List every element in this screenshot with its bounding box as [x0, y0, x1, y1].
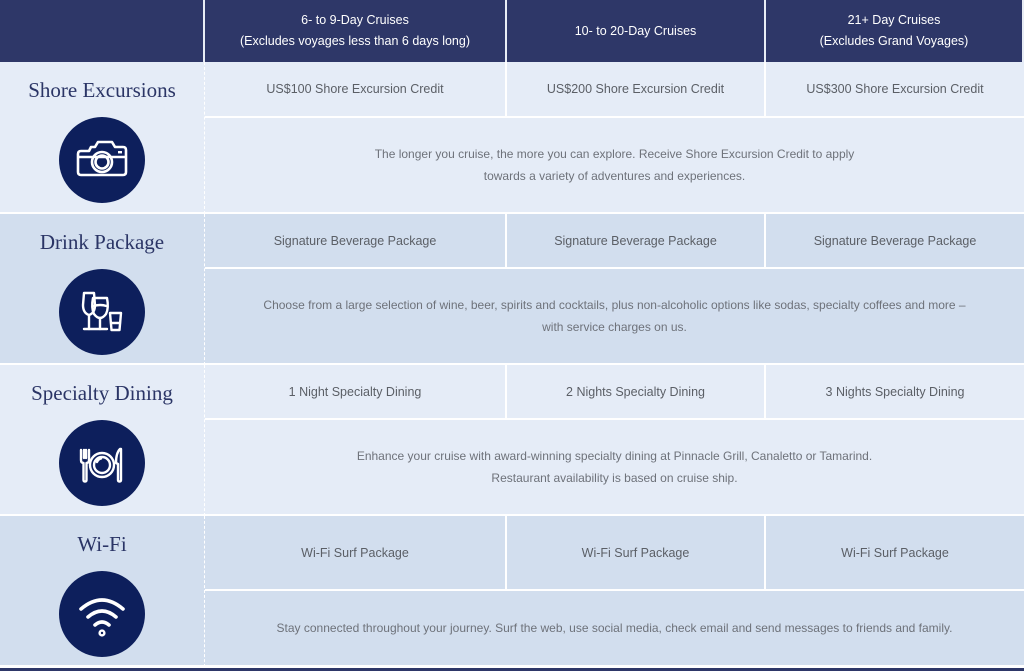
dining-plate-icon: [59, 420, 145, 506]
specialty-dining-21-plus-day: 3 Nights Specialty Dining: [766, 365, 1024, 420]
row-title: Wi-Fi: [77, 532, 127, 556]
row-label-drink-package: Drink Package: [0, 214, 205, 365]
wifi-description: Stay connected throughout your journey. …: [205, 591, 1024, 667]
drink-package-description: Choose from a large selection of wine, b…: [205, 269, 1024, 365]
row-title: Specialty Dining: [31, 381, 173, 405]
shore-excursions-10-20-day: US$200 Shore Excursion Credit: [507, 62, 766, 118]
description-line: Choose from a large selection of wine, b…: [263, 298, 966, 312]
shore-excursions-6-9-day: US$100 Shore Excursion Credit: [205, 62, 507, 118]
header-note: (Excludes Grand Voyages): [819, 34, 969, 48]
drink-package-6-9-day: Signature Beverage Package: [205, 214, 507, 269]
row-label-specialty-dining: Specialty Dining: [0, 365, 205, 516]
cruise-amenities-table: 6- to 9-Day Cruises (Excludes voyages le…: [0, 0, 1024, 671]
drinks-icon: [59, 269, 145, 355]
drink-package-10-20-day: Signature Beverage Package: [507, 214, 766, 269]
wifi-6-9-day: Wi-Fi Surf Package: [205, 516, 507, 591]
description-line: Restaurant availability is based on crui…: [491, 471, 738, 485]
description-line: Stay connected throughout your journey. …: [276, 621, 953, 635]
wifi-icon: [59, 571, 145, 657]
shore-excursions-description: The longer you cruise, the more you can …: [205, 118, 1024, 214]
wifi-10-20-day: Wi-Fi Surf Package: [507, 516, 766, 591]
description-line: with service charges on us.: [542, 320, 687, 334]
header-column-10-20-day: 10- to 20-Day Cruises: [507, 0, 766, 62]
header-title: 21+ Day Cruises: [847, 13, 941, 27]
specialty-dining-description: Enhance your cruise with award-winning s…: [205, 420, 1024, 516]
header-note: (Excludes voyages less than 6 days long): [240, 34, 470, 48]
description-line: The longer you cruise, the more you can …: [374, 147, 855, 161]
row-title: Shore Excursions: [28, 78, 176, 102]
wifi-21-plus-day: Wi-Fi Surf Package: [766, 516, 1024, 591]
specialty-dining-10-20-day: 2 Nights Specialty Dining: [507, 365, 766, 420]
header-column-6-9-day: 6- to 9-Day Cruises (Excludes voyages le…: [205, 0, 507, 62]
header-corner-cell: [0, 0, 205, 62]
header-title: 10- to 20-Day Cruises: [574, 23, 697, 38]
description-line: towards a variety of adventures and expe…: [483, 169, 746, 183]
row-title: Drink Package: [39, 230, 165, 254]
drink-package-21-plus-day: Signature Beverage Package: [766, 214, 1024, 269]
row-label-wifi: Wi-Fi: [0, 516, 205, 667]
header-column-21-plus-day: 21+ Day Cruises (Excludes Grand Voyages): [766, 0, 1024, 62]
description-line: Enhance your cruise with award-winning s…: [356, 449, 873, 463]
row-label-shore-excursions: Shore Excursions: [0, 62, 205, 214]
header-title: 6- to 9-Day Cruises: [301, 13, 409, 27]
shore-excursions-21-plus-day: US$300 Shore Excursion Credit: [766, 62, 1024, 118]
specialty-dining-6-9-day: 1 Night Specialty Dining: [205, 365, 507, 420]
camera-icon: [59, 117, 145, 203]
